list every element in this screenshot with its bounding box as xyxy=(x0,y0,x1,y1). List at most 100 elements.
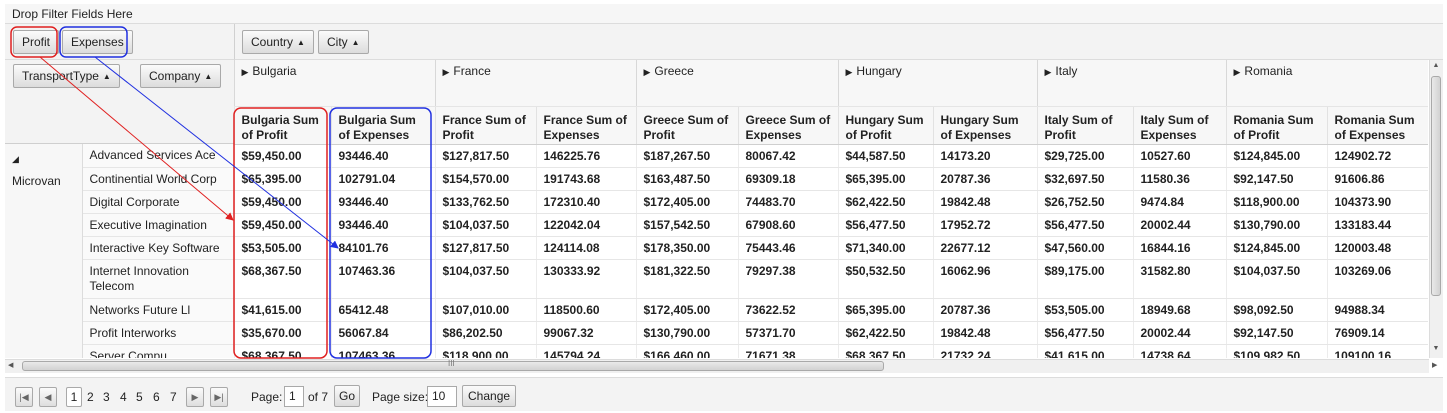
page-link[interactable]: 7 xyxy=(170,387,177,407)
value-cell: 19842.48 xyxy=(932,190,1037,214)
last-page-icon[interactable]: ▶| xyxy=(210,387,228,407)
profit-field-button[interactable]: Profit xyxy=(13,30,60,54)
company-cell: Server Compu xyxy=(82,344,234,358)
value-cell: 124902.72 xyxy=(1326,144,1428,168)
country-field-label: Country xyxy=(251,35,294,49)
transport-type-field-button[interactable]: TransportType ▲ xyxy=(13,64,120,88)
value-cell: 191743.68 xyxy=(535,167,636,191)
expand-arrow-icon[interactable]: ▶ xyxy=(644,67,651,77)
page-size-input[interactable]: 10 xyxy=(427,386,457,407)
page-input[interactable]: 1 xyxy=(284,386,304,407)
value-cell: 57371.70 xyxy=(737,321,838,345)
page-link-current[interactable]: 1 xyxy=(66,387,82,407)
go-button[interactable]: Go xyxy=(334,385,361,407)
expenses-field-label: Expenses xyxy=(71,35,124,49)
page-link[interactable]: 4 xyxy=(120,387,127,407)
value-cell: $172,405.00 xyxy=(635,190,738,214)
table-row: ◢ Microvan Advanced Services Ace $59,450.… xyxy=(5,144,1428,358)
value-cell: $98,092.50 xyxy=(1225,298,1327,322)
prev-page-icon[interactable]: ◀ xyxy=(39,387,57,407)
pivot-grid: ▶ Bulgaria ▶ France ▶ Greece ▶ Hungary ▶ Ital… xyxy=(5,60,1428,358)
expenses-field-button[interactable]: Expenses xyxy=(62,30,133,54)
value-cell: 10527.60 xyxy=(1132,144,1226,168)
table-row: Digital Corporate $59,450.00 93446.40 $1… xyxy=(5,190,1428,214)
value-cell: $118,900.00 xyxy=(1225,190,1327,214)
country-name: Romania xyxy=(1244,64,1293,78)
country-header-hungary[interactable]: ▶ Hungary xyxy=(837,60,1037,107)
country-header-romania[interactable]: ▶ Romania xyxy=(1225,60,1428,107)
value-cell: 84101.76 xyxy=(330,236,435,260)
value-cell: 79297.38 xyxy=(737,259,838,299)
value-cell: $163,487.50 xyxy=(635,167,738,191)
value-cell: 16844.16 xyxy=(1132,236,1226,260)
value-cell: $127,817.50 xyxy=(434,144,536,168)
value-cell: 67908.60 xyxy=(737,213,838,237)
expand-arrow-icon[interactable]: ▶ xyxy=(443,67,450,77)
country-header-france[interactable]: ▶ France xyxy=(434,60,636,107)
value-cell: 93446.40 xyxy=(330,213,435,237)
expand-arrow-icon[interactable]: ▶ xyxy=(242,67,249,77)
value-cell: 20787.36 xyxy=(932,167,1037,191)
value-cell: $62,422.50 xyxy=(837,321,933,345)
value-cell: 56067.84 xyxy=(330,321,435,345)
value-cell: $187,267.50 xyxy=(635,144,738,168)
page-link[interactable]: 2 xyxy=(87,387,94,407)
country-header-bulgaria[interactable]: ▶ Bulgaria xyxy=(233,60,435,107)
collapse-icon[interactable]: ◢ xyxy=(12,148,75,170)
row-group-header[interactable]: ◢ Microvan xyxy=(5,144,83,358)
vertical-scroll-thumb[interactable] xyxy=(1431,76,1441,296)
value-cell: $59,450.00 xyxy=(233,213,331,237)
value-cell: $56,477.50 xyxy=(1036,321,1133,345)
value-cell: $71,340.00 xyxy=(837,236,933,260)
pivot-table: ▶ Bulgaria ▶ France ▶ Greece ▶ Hungary ▶ Ital… xyxy=(5,60,1428,358)
value-cell: $107,010.00 xyxy=(434,298,536,322)
city-field-button[interactable]: City ▲ xyxy=(318,30,369,54)
scroll-up-icon[interactable]: ▲ xyxy=(1431,62,1441,72)
next-page-icon[interactable]: ▶ xyxy=(186,387,204,407)
value-cell: $130,790.00 xyxy=(1225,213,1327,237)
value-cell: $41,615.00 xyxy=(233,298,331,322)
measure-header: Romania Sum of Profit xyxy=(1225,106,1327,145)
scroll-grip-icon: III xyxy=(448,359,455,368)
expand-arrow-icon[interactable]: ▶ xyxy=(1045,67,1052,77)
city-field-label: City xyxy=(327,35,348,49)
value-cell: 69309.18 xyxy=(737,167,838,191)
country-field-button[interactable]: Country ▲ xyxy=(242,30,314,54)
horizontal-scroll-thumb[interactable]: III xyxy=(22,359,884,371)
measure-header: Hungary Sum of Expenses xyxy=(932,106,1037,145)
value-cell: 122042.04 xyxy=(535,213,636,237)
change-button[interactable]: Change xyxy=(462,385,517,407)
value-cell: $178,350.00 xyxy=(635,236,738,260)
value-cell: 75443.46 xyxy=(737,236,838,260)
value-cell: $130,790.00 xyxy=(635,321,738,345)
expand-arrow-icon[interactable]: ▶ xyxy=(1234,67,1241,77)
go-button-label: Go xyxy=(339,389,356,403)
value-cell: 20002.44 xyxy=(1132,213,1226,237)
country-name: Hungary xyxy=(856,64,902,78)
scroll-right-icon[interactable]: ▶ xyxy=(1432,361,1442,371)
value-cell: $104,037.50 xyxy=(1225,259,1327,299)
country-header-italy[interactable]: ▶ Italy xyxy=(1036,60,1226,107)
table-row: Networks Future Ll $41,615.00 65412.48 $… xyxy=(5,298,1428,322)
value-cell: $109,982.50 xyxy=(1225,344,1327,358)
value-cell: 80067.42 xyxy=(737,144,838,168)
value-cell: $35,670.00 xyxy=(233,321,331,345)
value-cell: 9474.84 xyxy=(1132,190,1226,214)
expand-arrow-icon[interactable]: ▶ xyxy=(846,67,853,77)
country-header-greece[interactable]: ▶ Greece xyxy=(635,60,838,107)
page-link[interactable]: 5 xyxy=(136,387,143,407)
value-cell: $68,367.50 xyxy=(837,344,933,358)
page-link[interactable]: 6 xyxy=(153,387,160,407)
value-cell: 118500.60 xyxy=(535,298,636,322)
page-link[interactable]: 3 xyxy=(103,387,110,407)
value-cell: $47,560.00 xyxy=(1036,236,1133,260)
first-page-icon[interactable]: |◀ xyxy=(15,387,33,407)
scroll-left-icon[interactable]: ◀ xyxy=(8,361,18,371)
company-field-button[interactable]: Company ▲ xyxy=(140,64,222,88)
value-cell: 11580.36 xyxy=(1132,167,1226,191)
value-cell: $86,202.50 xyxy=(434,321,536,345)
filter-drop-area[interactable]: Drop Filter Fields Here xyxy=(5,4,1443,24)
scroll-down-icon[interactable]: ▼ xyxy=(1431,345,1441,355)
value-cell: $127,817.50 xyxy=(434,236,536,260)
page-size-label: Page size: xyxy=(372,390,429,404)
